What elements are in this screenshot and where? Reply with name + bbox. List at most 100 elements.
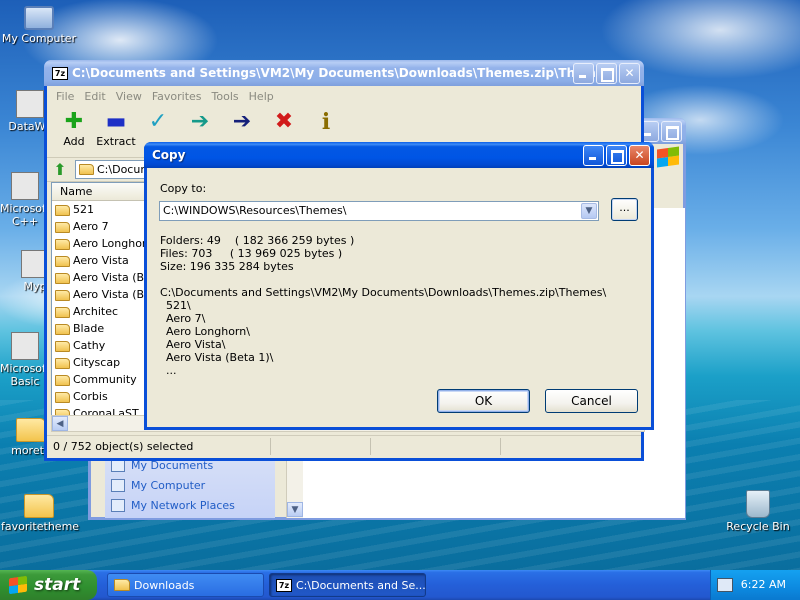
ok-button[interactable]: OK [437, 389, 530, 413]
folder-icon [55, 340, 70, 352]
list-item-label: Cathy [73, 339, 106, 352]
menu-file[interactable]: File [51, 90, 79, 103]
list-item[interactable]: 521 [52, 201, 147, 218]
copy-dialog[interactable]: Copy ✕ Copy to: C:\WINDOWS\Resources\The… [144, 142, 654, 430]
close-button[interactable]: ✕ [619, 63, 640, 84]
list-item[interactable]: Aero 7 [52, 218, 147, 235]
system-tray: 6:22 AM [710, 570, 800, 600]
delete-x-icon: ✖ [274, 109, 294, 134]
minimize-button[interactable] [573, 63, 594, 84]
taskbar-button-7zip[interactable]: 7z C:\Documents and Se... [269, 573, 426, 597]
start-button[interactable]: start [0, 570, 97, 600]
desktop-icon-favoritetheme[interactable]: favoritetheme [1, 488, 80, 533]
minus-icon: ▬ [105, 109, 127, 134]
maximize-button[interactable] [596, 63, 617, 84]
other-places-panel: My Documents My Computer My Network Plac… [105, 456, 275, 518]
scroll-left-arrow-icon[interactable]: ◀ [52, 416, 68, 431]
windows-logo-icon [9, 575, 27, 595]
list-item[interactable]: Aero Vista (Bet [52, 269, 147, 286]
clock[interactable]: 6:22 AM [741, 570, 786, 600]
list-item[interactable]: Cathy [52, 337, 147, 354]
shortcut-icon [16, 90, 44, 118]
source-item: 521\ [166, 299, 191, 312]
list-item[interactable]: Aero Longhorn [52, 235, 147, 252]
list-item[interactable]: Cityscap [52, 354, 147, 371]
other-place-my-computer[interactable]: My Computer [105, 476, 275, 496]
computer-icon [24, 6, 54, 30]
desktop-icon-recycle-bin[interactable]: Recycle Bin [720, 490, 796, 533]
maximize-button[interactable] [661, 121, 682, 142]
folder-up-icon[interactable]: ⬆ [51, 160, 69, 179]
desktop-icon-label: favoritetheme [1, 520, 80, 533]
folder-icon [55, 272, 70, 284]
browse-button[interactable]: ... [611, 198, 638, 221]
folder-icon [79, 164, 94, 175]
list-item[interactable]: Architec [52, 303, 147, 320]
source-item: Aero Vista\ [166, 338, 226, 351]
network-icon[interactable] [717, 578, 733, 592]
menu-view[interactable]: View [111, 90, 147, 103]
list-item-label: Blade [73, 322, 105, 335]
source-item-more: ... [166, 364, 177, 377]
sevenzip-title-bar[interactable]: 7z C:\Documents and Settings\VM2\My Docum… [44, 60, 644, 86]
list-item-label: Aero 7 [73, 220, 109, 233]
path-value: C:\Docum [97, 163, 152, 176]
chevron-down-icon[interactable]: ▼ [581, 203, 597, 219]
desktop-icon-my-computer[interactable]: My Computer [1, 2, 77, 45]
title-bar-buttons: ✕ [583, 145, 650, 166]
menu-favorites[interactable]: Favorites [147, 90, 207, 103]
list-item-label: Aero Vista (Bet [73, 271, 147, 284]
folder-icon [55, 289, 70, 301]
desktop-icon-label: Recycle Bin [726, 520, 790, 533]
folders-info: Folders: 49 ( 182 366 259 bytes ) [160, 234, 355, 247]
file-list[interactable]: Name 521 Aero 7 Aero Longhorn Aero Vista… [51, 182, 148, 422]
close-button[interactable]: ✕ [629, 145, 650, 166]
taskbar: start Downloads 7z C:\Documents and Se..… [0, 570, 800, 600]
status-bar: 0 / 752 object(s) selected [47, 435, 641, 457]
menu-edit[interactable]: Edit [79, 90, 110, 103]
taskbar-button-downloads[interactable]: Downloads [107, 573, 264, 597]
title-bar-buttons [638, 121, 682, 142]
other-place-my-network-places[interactable]: My Network Places [105, 496, 275, 516]
folder-icon [16, 418, 46, 442]
arrow-right-icon: ➔ [232, 109, 252, 134]
scroll-down-arrow-icon[interactable]: ▼ [287, 502, 303, 517]
title-bar-buttons: ✕ [573, 63, 640, 84]
list-item[interactable]: Aero Vista [52, 252, 147, 269]
maximize-icon [597, 64, 616, 83]
status-cell [271, 438, 371, 455]
other-place-label: My Network Places [131, 499, 235, 512]
arrow-right-icon: ➔ [190, 109, 210, 134]
folder-icon [55, 306, 70, 318]
source-path: C:\Documents and Settings\VM2\My Documen… [160, 286, 607, 299]
list-item-label: Aero Vista (Bet [73, 288, 147, 301]
list-item[interactable]: Blade [52, 320, 147, 337]
window-title: C:\Documents and Settings\VM2\My Documen… [72, 66, 616, 80]
desktop: My Computer DataWa Microsoft C++ Myp Mic… [0, 0, 800, 570]
maximize-icon [662, 122, 681, 141]
destination-value: C:\WINDOWS\Resources\Themes\ [163, 204, 347, 217]
application-icon [11, 332, 39, 360]
folder-icon [55, 255, 70, 267]
maximize-icon [607, 146, 626, 165]
minimize-icon [584, 146, 603, 165]
extract-button[interactable]: ▬ Extract [95, 106, 137, 157]
cancel-button[interactable]: Cancel [545, 389, 638, 413]
list-item-label: Aero Longhorn [73, 237, 147, 250]
plus-icon: ✚ [64, 109, 84, 134]
minimize-button[interactable] [583, 145, 604, 166]
list-item[interactable]: Community [52, 371, 147, 388]
destination-combo[interactable]: C:\WINDOWS\Resources\Themes\ ▼ [159, 201, 599, 221]
menu-tools[interactable]: Tools [207, 90, 244, 103]
folder-icon [55, 374, 70, 386]
dialog-title: Copy [152, 148, 186, 162]
add-button[interactable]: ✚ Add [53, 106, 95, 157]
list-item-label: Architec [73, 305, 119, 318]
column-header-name[interactable]: Name [52, 183, 147, 201]
add-label: Add [63, 135, 85, 148]
maximize-button[interactable] [606, 145, 627, 166]
menu-help[interactable]: Help [244, 90, 279, 103]
copy-dialog-title-bar[interactable]: Copy ✕ [144, 142, 654, 168]
list-item[interactable]: Corbis [52, 388, 147, 405]
list-item[interactable]: Aero Vista (Bet [52, 286, 147, 303]
